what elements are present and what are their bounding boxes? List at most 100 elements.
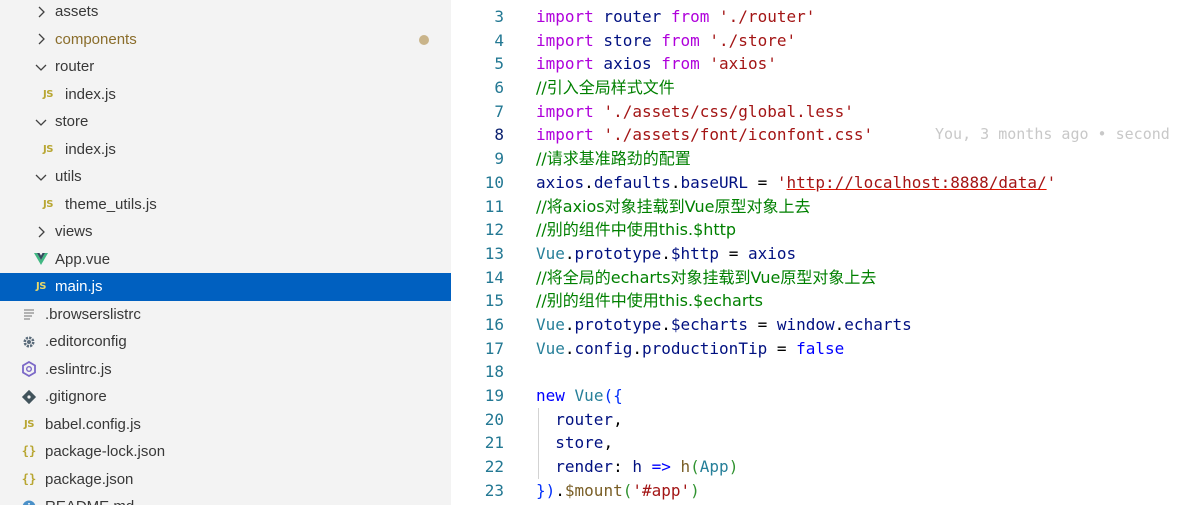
code-token: baseURL [680,172,748,192]
code-token: router [593,7,671,26]
line-number: 9 [494,149,504,169]
chevron-down-icon [33,163,49,191]
code-token: , [613,409,623,429]
code-token: //将全局的echarts对象挂载到Vue原型对象上去 [536,267,877,287]
explorer-folder[interactable]: components [0,26,451,54]
code-token: $echarts [670,314,748,334]
code-token: ' [776,172,787,192]
code-text: render: h => h(App) [536,455,738,479]
code-line[interactable]: 7 import './assets/css/global.less' [451,100,1185,124]
vue-file-icon [33,246,49,274]
line-number: 8 [494,125,504,145]
code-line[interactable]: 10 axios.defaults.baseURL = 'http://local… [451,171,1185,195]
code-line[interactable]: 15 //别的组件中使用this.$echarts [451,289,1185,313]
explorer-file[interactable]: JS theme_utils.js [0,191,451,219]
chevron-down-icon [33,53,49,81]
code-text: import store from './store' [536,29,796,53]
code-line[interactable]: 21 store, [451,431,1185,456]
explorer-file[interactable]: JS main.js [0,273,451,301]
code-line[interactable]: 4 import store from './store' [451,29,1185,53]
code-editor[interactable]: 3 import router from './router' 4 import st… [451,0,1185,505]
code-token: //请求基准路劲的配置 [536,149,691,169]
code-line[interactable]: 11 //将axios对象挂载到Vue原型对象上去 [451,195,1185,219]
explorer-file[interactable]: {} package.json [0,466,451,494]
explorer-file[interactable]: JS index.js [0,136,451,164]
explorer-item-label: router [55,58,95,75]
code-line[interactable]: 5 import axios from 'axios' [451,52,1185,76]
line-number: 23 [484,480,504,500]
code-line[interactable]: 23 }).$mount('#app') [451,479,1185,503]
code-text: import router from './router' [536,5,815,29]
code-text: import './assets/font/iconfont.css' [536,123,873,147]
icon-glyph: JS [43,143,53,155]
chevron-right-icon [33,0,49,26]
explorer-file[interactable]: .browserslistrc [0,301,451,329]
code-line[interactable]: 19 new Vue({ [451,384,1185,408]
code-token: productionTip [641,338,768,358]
explorer-item-label: main.js [55,278,103,295]
code-line[interactable]: 8 import './assets/font/iconfont.css' You,… [451,123,1185,147]
code-line[interactable]: 14 //将全局的echarts对象挂载到Vue原型对象上去 [451,266,1185,290]
code-text: router, [536,408,623,432]
json-file-icon: {} [21,438,37,466]
code-token: window [776,314,835,334]
explorer-folder[interactable]: utils [0,163,451,191]
code-token: render [536,457,614,477]
code-token: ) [728,457,739,477]
line-number: 10 [484,172,504,192]
code-line[interactable]: 9 //请求基准路劲的配置 [451,147,1185,171]
code-token: ) [690,480,700,500]
code-line[interactable]: 3 import router from './router' [451,5,1185,29]
js-file-icon: JS [40,191,56,219]
code-token: . [555,480,565,500]
code-token: '#app' [632,480,691,500]
explorer-file[interactable]: README.md [0,493,451,505]
explorer-file[interactable]: JS index.js [0,81,451,109]
code-token: ( [690,457,700,477]
code-token: //别的组件中使用this.$echarts [536,291,764,311]
code-token: import [536,30,594,50]
code-line[interactable]: 13 Vue.prototype.$http = axios [451,242,1185,266]
explorer-item-label: utils [55,168,82,185]
code-token: axios [536,172,585,192]
code-text: //别的组件中使用this.$http [536,218,736,242]
explorer-file[interactable]: {} package-lock.json [0,438,451,466]
line-number: 13 [484,243,504,263]
explorer-file[interactable]: JS babel.config.js [0,411,451,439]
code-line[interactable]: 12 //别的组件中使用this.$http [451,218,1185,242]
line-number: 3 [494,7,504,26]
icon-glyph: {} [21,471,37,486]
json-file-icon: {} [21,466,37,494]
line-number: 22 [484,457,504,477]
code-token: new [536,386,565,405]
code-line[interactable]: 6 //引入全局样式文件 [451,76,1185,100]
explorer-file[interactable]: .eslintrc.js [0,356,451,384]
js-file-icon: JS [21,411,37,439]
explorer-folder[interactable]: store [0,108,451,136]
explorer-item-label: .eslintrc.js [45,360,112,378]
code-token: = [747,314,777,334]
code-token: './router' [719,7,816,26]
code-token: App [699,457,729,477]
code-token: //将axios对象挂载到Vue原型对象上去 [536,196,811,216]
code-line[interactable]: 18 [451,360,1185,384]
explorer-item-label: views [55,223,93,240]
explorer-file[interactable]: .gitignore [0,383,451,411]
code-text: //请求基准路劲的配置 [536,147,691,171]
code-token: //引入全局样式文件 [536,78,675,98]
explorer-file[interactable]: .editorconfig [0,328,451,356]
code-line[interactable]: 16 Vue.prototype.$echarts = window.echart… [451,313,1185,337]
explorer-folder[interactable]: router [0,53,451,81]
explorer-item-label: store [55,113,89,130]
explorer-folder[interactable]: views [0,218,451,246]
code-line[interactable]: 22 render: h => h(App) [451,455,1185,479]
explorer-file[interactable]: App.vue [0,246,451,274]
js-file-icon: JS [40,136,56,164]
code-line[interactable]: 20 router, [451,407,1185,432]
code-token: ( [622,480,633,500]
code-line[interactable]: 17 Vue.config.productionTip = false [451,337,1185,361]
code-text: }).$mount('#app') [536,479,700,503]
explorer-folder[interactable]: assets [0,0,451,26]
code-token: . [661,314,671,334]
